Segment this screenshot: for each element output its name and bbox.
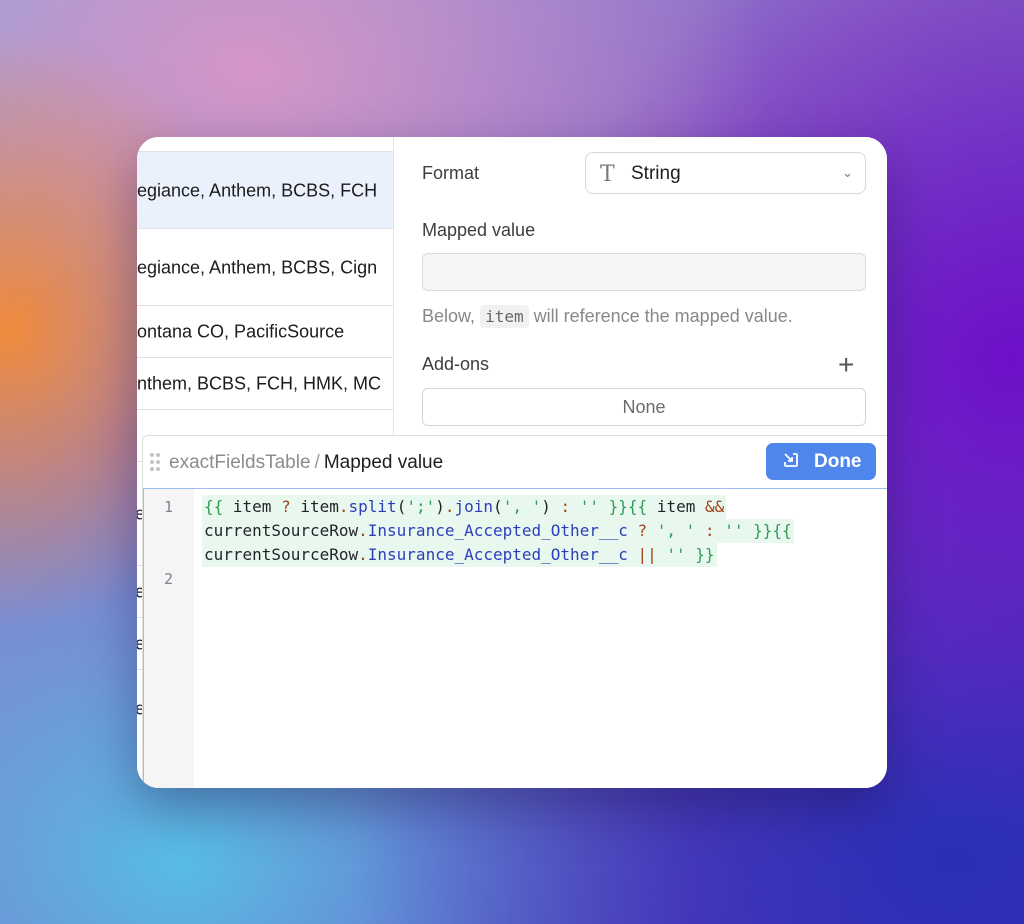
- help-suffix: will reference the mapped value.: [533, 306, 793, 326]
- addons-label: Add-ons: [422, 354, 490, 374]
- mapped-value-label: Mapped value: [422, 220, 536, 240]
- breadcrumb-current: Mapped value: [323, 452, 444, 473]
- table-row[interactable]: ontana CO, PacificSource: [137, 305, 393, 358]
- table-cell: egiance, Anthem, BCBS, Cign: [137, 257, 378, 277]
- addons-none-button[interactable]: None: [422, 388, 866, 426]
- breadcrumb-parent[interactable]: exactFieldsTable: [169, 452, 311, 473]
- code-line: {{ item ? item.split(';').join(', ') : '…: [202, 495, 727, 519]
- line-number: 1: [164, 498, 174, 516]
- table-row[interactable]: nthem, BCBS, FCH, HMK, MC: [137, 357, 393, 410]
- line-number-gutter: 1 2: [144, 489, 194, 788]
- code-line: currentSourceRow.Insurance_Accepted_Othe…: [202, 543, 717, 567]
- code-editor-popover: exactFieldsTable / Mapped value Done 1 2 {…: [142, 435, 887, 788]
- mapped-value-help-text: Below, item will reference the mapped va…: [422, 305, 793, 328]
- breadcrumb: exactFieldsTable / Mapped value: [169, 452, 443, 474]
- format-selected-value: String: [631, 163, 681, 184]
- breadcrumb-separator: /: [314, 452, 320, 473]
- add-addon-plus-icon[interactable]: +: [838, 351, 854, 379]
- text-type-icon: T: [600, 162, 615, 187]
- table-cell: ontana CO, PacificSource: [137, 321, 345, 342]
- table-row[interactable]: egiance, Anthem, BCBS, FCH: [137, 151, 393, 229]
- mapped-value-input[interactable]: [422, 253, 866, 291]
- line-number: 2: [164, 570, 174, 588]
- code-input-area[interactable]: 1 2 {{ item ? item.split(';').join(', ')…: [143, 488, 887, 788]
- table-cell: egiance, Anthem, BCBS, FCH: [137, 180, 378, 200]
- done-label: Done: [814, 451, 862, 472]
- done-button[interactable]: Done: [766, 443, 876, 480]
- collapse-icon: [784, 453, 798, 467]
- inspector-panel: Format T String ⌄ Mapped value Below, it…: [394, 137, 887, 437]
- help-prefix: Below,: [422, 306, 476, 326]
- app-window: egiance, Anthem, BCBS, FCH egiance, Anth…: [137, 137, 887, 788]
- chevron-down-icon: ⌄: [842, 165, 853, 180]
- drag-handle-icon[interactable]: [150, 453, 162, 471]
- table-cell: nthem, BCBS, FCH, HMK, MC: [137, 373, 382, 394]
- format-select[interactable]: T String ⌄: [585, 152, 866, 194]
- table-row[interactable]: egiance, Anthem, BCBS, Cign: [137, 228, 393, 306]
- help-code-item: item: [480, 305, 529, 328]
- format-label: Format: [422, 163, 480, 183]
- code-line: currentSourceRow.Insurance_Accepted_Othe…: [202, 519, 794, 543]
